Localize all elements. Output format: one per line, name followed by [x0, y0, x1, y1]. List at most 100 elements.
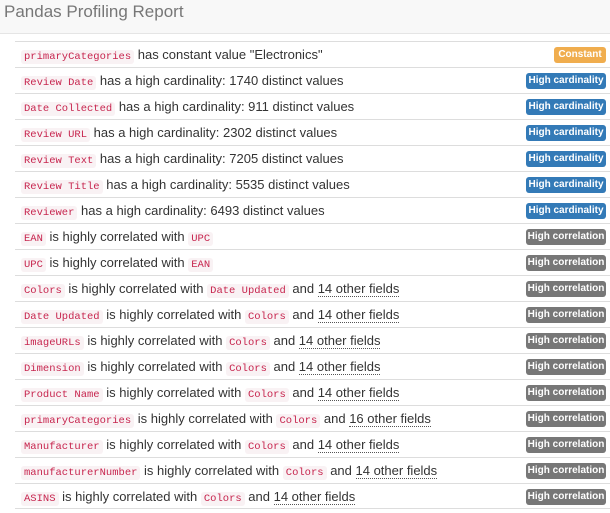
warning-text: is highly correlated with: [58, 489, 201, 504]
correlated-field-name: Colors: [226, 362, 270, 376]
other-fields-link[interactable]: 14 other fields: [298, 359, 381, 375]
and-text: and: [326, 463, 356, 478]
field-name: UPC: [21, 258, 46, 272]
other-fields-link[interactable]: 14 other fields: [298, 333, 381, 349]
field-name: EAN: [21, 232, 46, 246]
warning-badge: High cardinality: [526, 73, 606, 89]
warning-text: is highly correlated with: [102, 385, 245, 400]
field-name: Review Text: [21, 154, 97, 168]
and-text: and: [269, 359, 299, 374]
warning-badge: High cardinality: [526, 125, 606, 141]
warning-badge: High cardinality: [526, 99, 606, 115]
table-row: Reviewer has a high cardinality: 6493 di…: [15, 197, 610, 223]
table-row: manufacturerNumber is highly correlated …: [15, 457, 610, 483]
table-row: Date Updated is highly correlated with C…: [15, 301, 610, 327]
warning-text: is highly correlated with: [102, 307, 245, 322]
field-name: Reviewer: [21, 206, 78, 220]
warning-text: has constant value "Electronics": [134, 47, 323, 62]
table-row: Review Date has a high cardinality: 1740…: [15, 67, 610, 93]
field-name: Review URL: [21, 128, 91, 142]
warning-text: is highly correlated with: [134, 411, 277, 426]
other-fields-link[interactable]: 14 other fields: [355, 463, 438, 479]
warnings-table: primaryCategories has constant value "El…: [15, 41, 610, 509]
warning-badge: High correlation: [526, 281, 606, 297]
warning-badge: High correlation: [526, 411, 606, 427]
table-row: EAN is highly correlated with UPC High co…: [15, 223, 610, 249]
other-fields-link[interactable]: 14 other fields: [317, 281, 400, 297]
warning-text: has a high cardinality: 1740 distinct va…: [96, 73, 344, 88]
field-name: Colors: [21, 284, 65, 298]
table-row: Review URL has a high cardinality: 2302 …: [15, 119, 610, 145]
other-fields-link[interactable]: 14 other fields: [317, 437, 400, 453]
warning-badge: High correlation: [526, 255, 606, 271]
field-name: ASINS: [21, 492, 59, 506]
table-row: Manufacturer is highly correlated with C…: [15, 431, 610, 457]
warning-badge: High cardinality: [526, 151, 606, 167]
warning-badge: High correlation: [526, 229, 606, 245]
warning-badge: High correlation: [526, 489, 606, 505]
correlated-field-name: Colors: [244, 310, 289, 324]
page-title: Pandas Profiling Report: [4, 2, 184, 21]
warning-badge: High correlation: [526, 307, 606, 323]
correlated-field-name: EAN: [188, 258, 214, 272]
report-header: Pandas Profiling Report: [0, 0, 610, 34]
warning-text: has a high cardinality: 6493 distinct va…: [77, 203, 325, 218]
table-row: imageURLs is highly correlated with Colo…: [15, 327, 610, 353]
and-text: and: [288, 307, 318, 322]
warning-text: has a high cardinality: 5535 distinct va…: [102, 177, 350, 192]
warning-badge: High correlation: [526, 463, 606, 479]
other-fields-link[interactable]: 16 other fields: [349, 411, 431, 427]
warning-text: is highly correlated with: [83, 359, 227, 374]
correlated-field-name: Date Updated: [207, 284, 289, 298]
warning-badge: Constant: [554, 47, 606, 63]
field-name: manufacturerNumber: [21, 466, 141, 480]
and-text: and: [244, 489, 274, 504]
warning-text: is highly correlated with: [45, 229, 189, 244]
warning-text: is highly correlated with: [64, 281, 208, 296]
table-row: Dimension is highly correlated with Colo…: [15, 353, 610, 379]
table-row: primaryCategories has constant value "El…: [15, 41, 610, 67]
table-row: Review Text has a high cardinality: 7205…: [15, 145, 610, 171]
correlated-field-name: Colors: [276, 414, 321, 428]
correlated-field-name: Colors: [226, 336, 270, 350]
field-name: imageURLs: [21, 336, 84, 350]
warning-text: is highly correlated with: [102, 437, 245, 452]
warning-text: has a high cardinality: 911 distinct val…: [115, 99, 355, 114]
table-row: Date Collected has a high cardinality: 9…: [15, 93, 610, 119]
warning-text: is highly correlated with: [140, 463, 283, 478]
warning-badge: High cardinality: [526, 203, 606, 219]
and-text: and: [269, 333, 299, 348]
other-fields-link[interactable]: 14 other fields: [317, 307, 400, 323]
field-name: primaryCategories: [21, 50, 135, 64]
table-row: Product Name is highly correlated with C…: [15, 379, 610, 405]
warning-badge: High cardinality: [526, 177, 606, 193]
other-fields-link[interactable]: 14 other fields: [317, 385, 400, 401]
field-name: Review Date: [21, 76, 97, 90]
table-row: ASINS is highly correlated with Colors a…: [15, 483, 610, 509]
warning-text: has a high cardinality: 7205 distinct va…: [96, 151, 344, 166]
field-name: Product Name: [21, 388, 103, 402]
and-text: and: [320, 411, 350, 426]
correlated-field-name: Colors: [200, 492, 245, 506]
correlated-field-name: Colors: [244, 388, 289, 402]
field-name: Date Updated: [21, 310, 103, 324]
warning-badge: High correlation: [526, 437, 606, 453]
table-row: Review Title has a high cardinality: 553…: [15, 171, 610, 197]
correlated-field-name: Colors: [244, 440, 289, 454]
field-name: Dimension: [21, 362, 84, 376]
table-row: Colors is highly correlated with Date Up…: [15, 275, 610, 301]
warning-text: is highly correlated with: [45, 255, 189, 270]
correlated-field-name: UPC: [188, 232, 214, 246]
and-text: and: [288, 281, 318, 296]
other-fields-link[interactable]: 14 other fields: [273, 489, 356, 505]
field-name: Review Title: [21, 180, 103, 194]
warning-badge: High correlation: [526, 359, 606, 375]
field-name: Manufacturer: [21, 440, 103, 454]
warning-text: has a high cardinality: 2302 distinct va…: [90, 125, 338, 140]
field-name: primaryCategories: [21, 414, 135, 428]
and-text: and: [288, 385, 318, 400]
and-text: and: [288, 437, 318, 452]
table-row: primaryCategories is highly correlated w…: [15, 405, 610, 431]
warning-badge: High correlation: [526, 385, 606, 401]
field-name: Date Collected: [21, 102, 116, 116]
